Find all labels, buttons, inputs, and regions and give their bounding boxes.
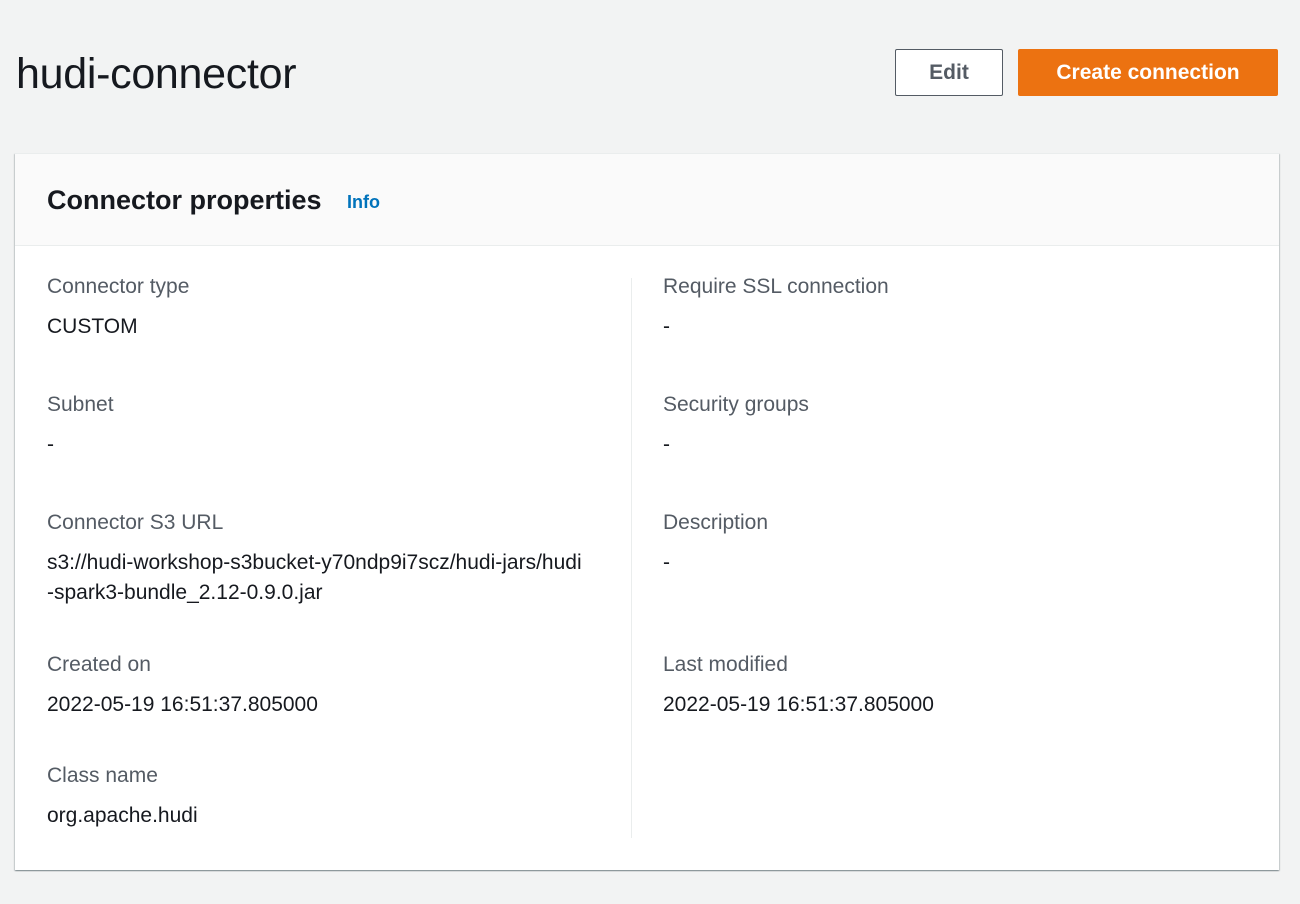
field-connector-s3-url: Connector S3 URL s3://hudi-workshop-s3bu… [47,509,587,608]
field-value: - [47,433,54,456]
field-label: Security groups [663,393,809,416]
field-subnet: Subnet - [47,391,114,460]
create-connection-button[interactable]: Create connection [1018,49,1278,96]
column-divider [631,278,632,838]
info-link[interactable]: Info [347,192,380,213]
field-value: - [663,315,670,338]
field-value: s3://hudi-workshop-s3bucket-y70ndp9i7scz… [47,551,582,604]
field-label: Subnet [47,393,114,416]
field-label: Class name [47,764,158,787]
field-security-groups: Security groups - [663,391,809,460]
field-value: 2022-05-19 16:51:37.805000 [663,693,934,716]
field-value: - [663,433,670,456]
page-title: hudi-connector [16,50,297,98]
field-label: Description [663,511,769,534]
field-last-modified: Last modified 2022-05-19 16:51:37.805000 [663,651,934,720]
field-class-name: Class name org.apache.hudi [47,762,198,831]
page-header: hudi-connector Edit Create connection [0,0,1300,140]
field-connector-type: Connector type CUSTOM [47,273,189,342]
panel-title: Connector properties [47,185,322,215]
connector-properties-panel: Connector properties Info Connector type… [15,153,1279,870]
field-require-ssl: Require SSL connection - [663,273,889,342]
field-label: Created on [47,653,151,676]
field-label: Connector S3 URL [47,511,224,534]
field-description: Description - [663,509,768,578]
field-label: Last modified [663,653,788,676]
field-label: Require SSL connection [663,275,889,298]
field-value: - [663,551,670,574]
edit-button[interactable]: Edit [895,49,1003,96]
field-label: Connector type [47,275,190,298]
field-value: 2022-05-19 16:51:37.805000 [47,693,318,716]
panel-header: Connector properties Info [15,154,1279,246]
field-value: org.apache.hudi [47,804,198,827]
field-value: CUSTOM [47,315,138,338]
field-created-on: Created on 2022-05-19 16:51:37.805000 [47,651,318,720]
